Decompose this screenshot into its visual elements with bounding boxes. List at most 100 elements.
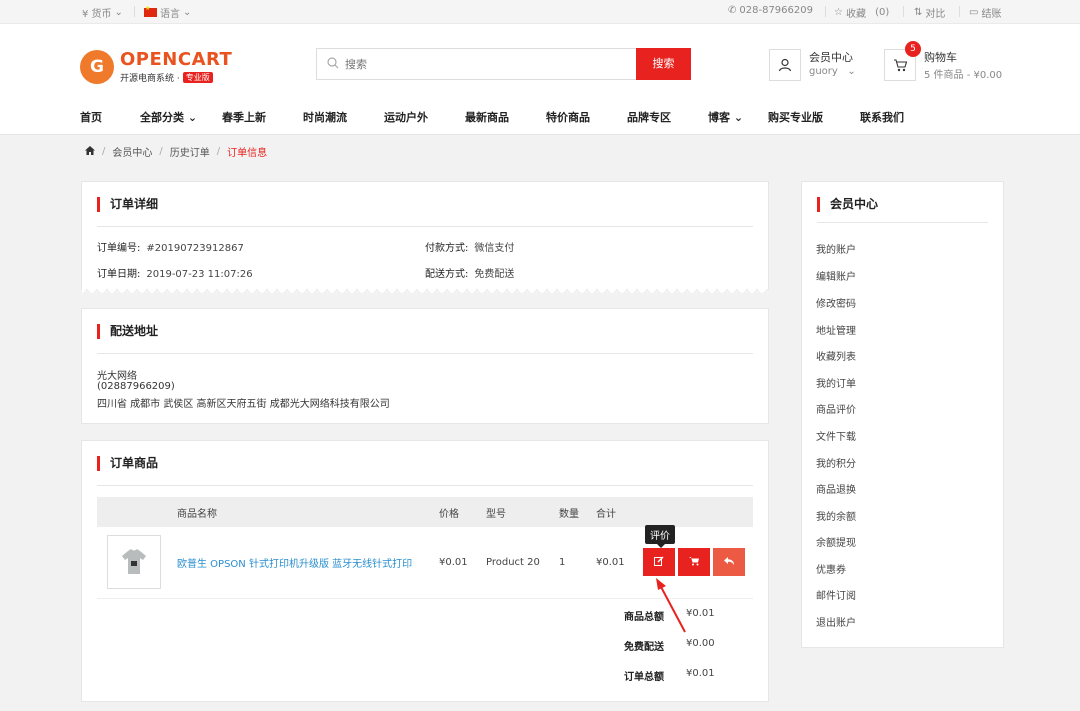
chevron-down-icon: ⌄: [847, 66, 856, 77]
shipping-address-title: 配送地址: [97, 324, 158, 339]
product-name-link[interactable]: 欧普生 OPSON 针式打印机升级版 蓝牙无线针式打印: [177, 559, 412, 570]
chevron-down-icon: ⌄: [183, 7, 192, 18]
language-selector[interactable]: 语言⌄: [144, 5, 191, 20]
cart-summary[interactable]: 5 件商品 - ¥0.00: [924, 66, 1002, 81]
col-name: 商品名称: [177, 497, 439, 527]
chevron-down-icon: ⌄: [114, 7, 123, 18]
breadcrumb-separator: /: [159, 146, 163, 157]
nav-contact[interactable]: 联系我们: [860, 109, 904, 125]
favorites-link[interactable]: ☆ 收藏 (0): [834, 5, 889, 20]
breadcrumb-separator: /: [216, 146, 221, 157]
sidebar-item-my-account[interactable]: 我的账户: [816, 241, 856, 256]
divider: [97, 353, 753, 354]
arrow-annotation: [656, 578, 686, 633]
logo-badge: 专业版: [182, 72, 213, 83]
reorder-button[interactable]: [678, 548, 710, 577]
checkout-link[interactable]: ▭ 结账: [969, 5, 1001, 20]
sidebar-item-change-password[interactable]: 修改密码: [816, 295, 856, 310]
cart-count-badge: 5: [905, 41, 921, 57]
logo-mark[interactable]: G: [80, 50, 114, 84]
search-box: [316, 48, 636, 80]
review-tooltip: 评价: [645, 525, 675, 548]
nav-blog[interactable]: 博客 ⌄: [708, 109, 743, 125]
sidebar-item-newsletter[interactable]: 邮件订阅: [816, 587, 856, 602]
divider: [959, 6, 960, 17]
cell-total: ¥0.01: [596, 527, 643, 599]
sidebar-item-address-book[interactable]: 地址管理: [816, 322, 856, 337]
nav-fashion[interactable]: 时尚潮流: [303, 109, 347, 125]
subtotal-value: ¥0.01: [686, 608, 715, 619]
nav-specials[interactable]: 特价商品: [546, 109, 590, 125]
account-button[interactable]: [769, 49, 801, 81]
currency-selector[interactable]: ¥ 货币 ⌄: [82, 5, 123, 20]
logo-subtitle: 开源电商系统 · 专业版: [120, 71, 213, 84]
compare-link[interactable]: ⇅ 对比: [914, 5, 945, 20]
sidebar-item-balance[interactable]: 我的余额: [816, 508, 856, 523]
cell-image: [97, 527, 177, 599]
nav-sports[interactable]: 运动户外: [384, 109, 428, 125]
table-header-row: 商品名称 价格 型号 数量 合计: [97, 497, 753, 527]
sidebar-item-downloads[interactable]: 文件下载: [816, 428, 856, 443]
card-icon: ▭: [969, 7, 979, 18]
cell-model: Product 20: [486, 527, 559, 599]
col-price: 价格: [439, 497, 486, 527]
sidebar-item-edit-account[interactable]: 编辑账户: [816, 268, 856, 283]
nav-home[interactable]: 首页: [80, 109, 102, 125]
breadcrumb-separator: /: [102, 146, 106, 157]
sidebar-item-reward-points[interactable]: 我的积分: [816, 455, 856, 470]
reply-icon: [723, 557, 734, 566]
order-total-value: ¥0.01: [686, 668, 715, 679]
col-total: 合计: [596, 497, 643, 527]
nav-new-products[interactable]: 最新商品: [465, 109, 509, 125]
account-title[interactable]: 会员中心: [809, 49, 853, 65]
col-qty: 数量: [559, 497, 596, 527]
account-user[interactable]: guory ⌄: [809, 66, 856, 77]
search-button[interactable]: 搜索: [636, 48, 691, 80]
nav-buy-pro[interactable]: 购买专业版: [768, 109, 823, 125]
user-icon: [778, 58, 792, 72]
logo-text[interactable]: OPENCART: [120, 49, 232, 70]
china-flag-icon: [144, 5, 157, 17]
star-icon: ☆: [834, 7, 843, 18]
cart-icon: [688, 557, 699, 566]
edit-icon: [654, 556, 664, 567]
order-number: 订单编号: #20190723912867: [97, 243, 244, 254]
shipping-total-value: ¥0.00: [686, 638, 715, 649]
divider: [97, 485, 753, 486]
sidebar-item-returns[interactable]: 商品退换: [816, 481, 856, 496]
cart-title[interactable]: 购物车: [924, 49, 957, 65]
nav-spring-new[interactable]: 春季上新: [222, 109, 266, 125]
sidebar-item-withdraw[interactable]: 余额提现: [816, 534, 856, 549]
sidebar-item-coupons[interactable]: 优惠券: [816, 561, 846, 576]
order-total-label: 订单总额: [624, 672, 664, 683]
shipping-method: 配送方式: 免费配送: [425, 269, 515, 280]
breadcrumb-order-history[interactable]: 历史订单: [170, 144, 210, 159]
sidebar-item-my-orders[interactable]: 我的订单: [816, 375, 856, 390]
nav-brands[interactable]: 品牌专区: [627, 109, 671, 125]
product-thumbnail[interactable]: [107, 535, 161, 590]
order-date: 订单日期: 2019-07-23 11:07:26: [97, 269, 253, 280]
search-input[interactable]: [345, 57, 615, 71]
breadcrumb-member-center[interactable]: 会员中心: [112, 144, 152, 159]
review-button[interactable]: [643, 548, 675, 577]
cell-name: 欧普生 OPSON 针式打印机升级版 蓝牙无线针式打印: [177, 527, 439, 599]
home-icon[interactable]: [85, 145, 95, 158]
cell-price: ¥0.01: [439, 527, 486, 599]
order-detail-panel: 订单详细 订单编号: #20190723912867 订单日期: 2019-07-2…: [81, 181, 769, 295]
divider: [825, 6, 826, 17]
phone-icon: ✆: [728, 5, 737, 16]
sidebar-title: 会员中心: [817, 197, 878, 212]
shipping-total-label: 免费配送: [624, 642, 664, 653]
subtotal-label: 商品总额: [624, 612, 664, 623]
col-model: 型号: [486, 497, 559, 527]
nav-all-categories[interactable]: 全部分类 ⌄: [140, 109, 197, 125]
sidebar-item-reviews[interactable]: 商品评价: [816, 401, 856, 416]
sidebar-item-logout[interactable]: 退出账户: [816, 614, 856, 629]
sidebar-item-wishlist[interactable]: 收藏列表: [816, 348, 856, 363]
main-nav: 首页 全部分类 ⌄ 春季上新 时尚潮流 运动户外 最新商品 特价商品 品牌专区 …: [0, 109, 1080, 127]
tshirt-image: [122, 549, 146, 575]
divider: [97, 226, 753, 227]
top-bar: ¥ 货币⌄ 语言⌄ ✆028-87966209 ☆收藏 (0) ⇅对比 ▭结账: [0, 0, 1080, 24]
breadcrumb-order-info[interactable]: 订单信息: [227, 144, 267, 159]
return-button[interactable]: [713, 548, 745, 577]
